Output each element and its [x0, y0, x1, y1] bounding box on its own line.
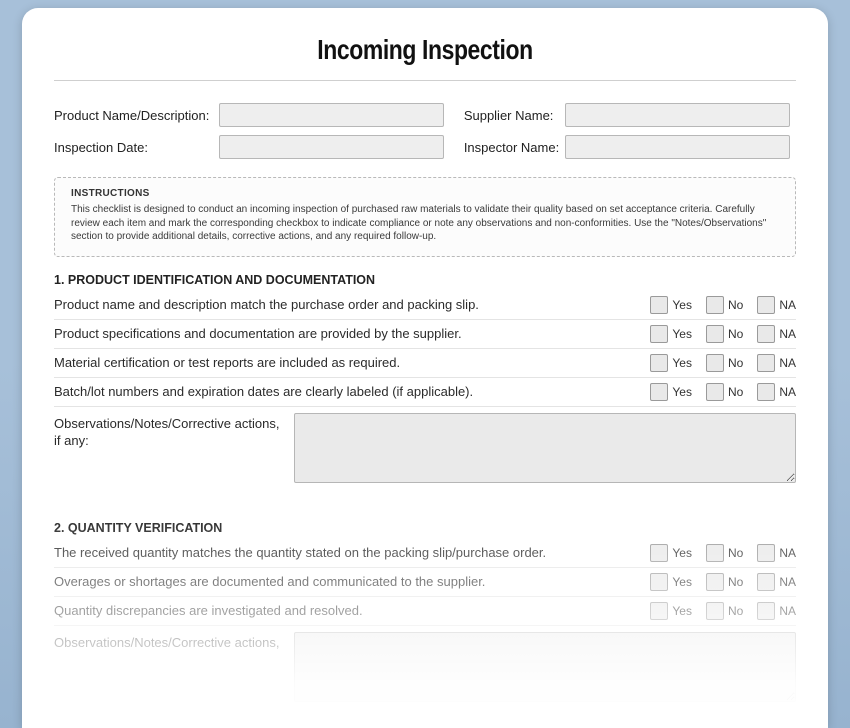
- checkbox-na[interactable]: [757, 383, 775, 401]
- check-label-no: No: [728, 356, 743, 370]
- page-title: Incoming Inspection: [121, 34, 729, 66]
- section-1-title: 1. PRODUCT IDENTIFICATION AND DOCUMENTAT…: [54, 273, 796, 287]
- checklist-item: Overages or shortages are documented and…: [54, 568, 796, 597]
- section-1-notes: Observations/Notes/Corrective actions, i…: [54, 413, 796, 483]
- notes-label: Observations/Notes/Corrective actions, i…: [54, 413, 284, 483]
- check-label-yes: Yes: [672, 546, 692, 560]
- checkbox-na[interactable]: [757, 544, 775, 562]
- check-label-na: NA: [779, 327, 796, 341]
- check-label-no: No: [728, 546, 743, 560]
- page-background: Incoming Inspection Product Name/Descrip…: [0, 0, 850, 728]
- checkbox-yes[interactable]: [650, 544, 668, 562]
- checkbox-yes[interactable]: [650, 383, 668, 401]
- checklist-item: Product specifications and documentation…: [54, 320, 796, 349]
- checklist-item-text: Material certification or test reports a…: [54, 355, 650, 370]
- check-label-na: NA: [779, 575, 796, 589]
- check-label-na: NA: [779, 298, 796, 312]
- checkbox-no[interactable]: [706, 383, 724, 401]
- checkbox-na[interactable]: [757, 354, 775, 372]
- product-name-input[interactable]: [219, 103, 444, 127]
- check-label-na: NA: [779, 356, 796, 370]
- checklist-item-text: Product specifications and documentation…: [54, 326, 650, 341]
- checkbox-no[interactable]: [706, 325, 724, 343]
- check-label-yes: Yes: [672, 604, 692, 618]
- check-label-no: No: [728, 385, 743, 399]
- checklist-item-text: The received quantity matches the quanti…: [54, 545, 650, 560]
- checkbox-no[interactable]: [706, 296, 724, 314]
- section-2-title: 2. QUANTITY VERIFICATION: [54, 521, 796, 535]
- inspector-name-label: Inspector Name:: [450, 131, 565, 163]
- checkbox-no[interactable]: [706, 544, 724, 562]
- title-divider: [54, 80, 796, 81]
- product-name-label: Product Name/Description:: [54, 99, 219, 131]
- check-label-yes: Yes: [672, 385, 692, 399]
- instructions-box: INSTRUCTIONS This checklist is designed …: [54, 177, 796, 257]
- form-sheet: Incoming Inspection Product Name/Descrip…: [22, 8, 828, 728]
- checkbox-na[interactable]: [757, 602, 775, 620]
- inspector-name-input[interactable]: [565, 135, 790, 159]
- checklist-item: Batch/lot numbers and expiration dates a…: [54, 378, 796, 407]
- check-label-no: No: [728, 604, 743, 618]
- checkbox-yes[interactable]: [650, 573, 668, 591]
- checklist-item-text: Product name and description match the p…: [54, 297, 650, 312]
- check-label-no: No: [728, 575, 743, 589]
- checkbox-na[interactable]: [757, 573, 775, 591]
- check-label-no: No: [728, 327, 743, 341]
- checkbox-na[interactable]: [757, 325, 775, 343]
- check-label-na: NA: [779, 546, 796, 560]
- supplier-name-label: Supplier Name:: [450, 99, 565, 131]
- inspection-date-label: Inspection Date:: [54, 131, 219, 163]
- check-label-no: No: [728, 298, 743, 312]
- checkbox-yes[interactable]: [650, 602, 668, 620]
- notes-label: Observations/Notes/Corrective actions,: [54, 632, 284, 702]
- check-label-na: NA: [779, 604, 796, 618]
- checklist-item: Material certification or test reports a…: [54, 349, 796, 378]
- checkbox-no[interactable]: [706, 602, 724, 620]
- checklist-item: Product name and description match the p…: [54, 291, 796, 320]
- checklist-item-text: Overages or shortages are documented and…: [54, 574, 650, 589]
- checkbox-yes[interactable]: [650, 325, 668, 343]
- check-label-yes: Yes: [672, 356, 692, 370]
- check-label-yes: Yes: [672, 298, 692, 312]
- checklist-item: Quantity discrepancies are investigated …: [54, 597, 796, 626]
- notes-textarea[interactable]: [294, 413, 796, 483]
- instructions-body: This checklist is designed to conduct an…: [71, 203, 779, 244]
- checkbox-yes[interactable]: [650, 296, 668, 314]
- checkbox-na[interactable]: [757, 296, 775, 314]
- checkbox-no[interactable]: [706, 573, 724, 591]
- checklist-item-text: Quantity discrepancies are investigated …: [54, 603, 650, 618]
- check-label-na: NA: [779, 385, 796, 399]
- check-label-yes: Yes: [672, 575, 692, 589]
- section-2-notes: Observations/Notes/Corrective actions,: [54, 632, 796, 702]
- checklist-item-text: Batch/lot numbers and expiration dates a…: [54, 384, 650, 399]
- check-label-yes: Yes: [672, 327, 692, 341]
- inspection-date-input[interactable]: [219, 135, 444, 159]
- notes-textarea[interactable]: [294, 632, 796, 702]
- checkbox-no[interactable]: [706, 354, 724, 372]
- header-fields: Product Name/Description: Supplier Name:…: [54, 99, 796, 163]
- instructions-heading: INSTRUCTIONS: [71, 188, 779, 199]
- checkbox-yes[interactable]: [650, 354, 668, 372]
- supplier-name-input[interactable]: [565, 103, 790, 127]
- checklist-item: The received quantity matches the quanti…: [54, 539, 796, 568]
